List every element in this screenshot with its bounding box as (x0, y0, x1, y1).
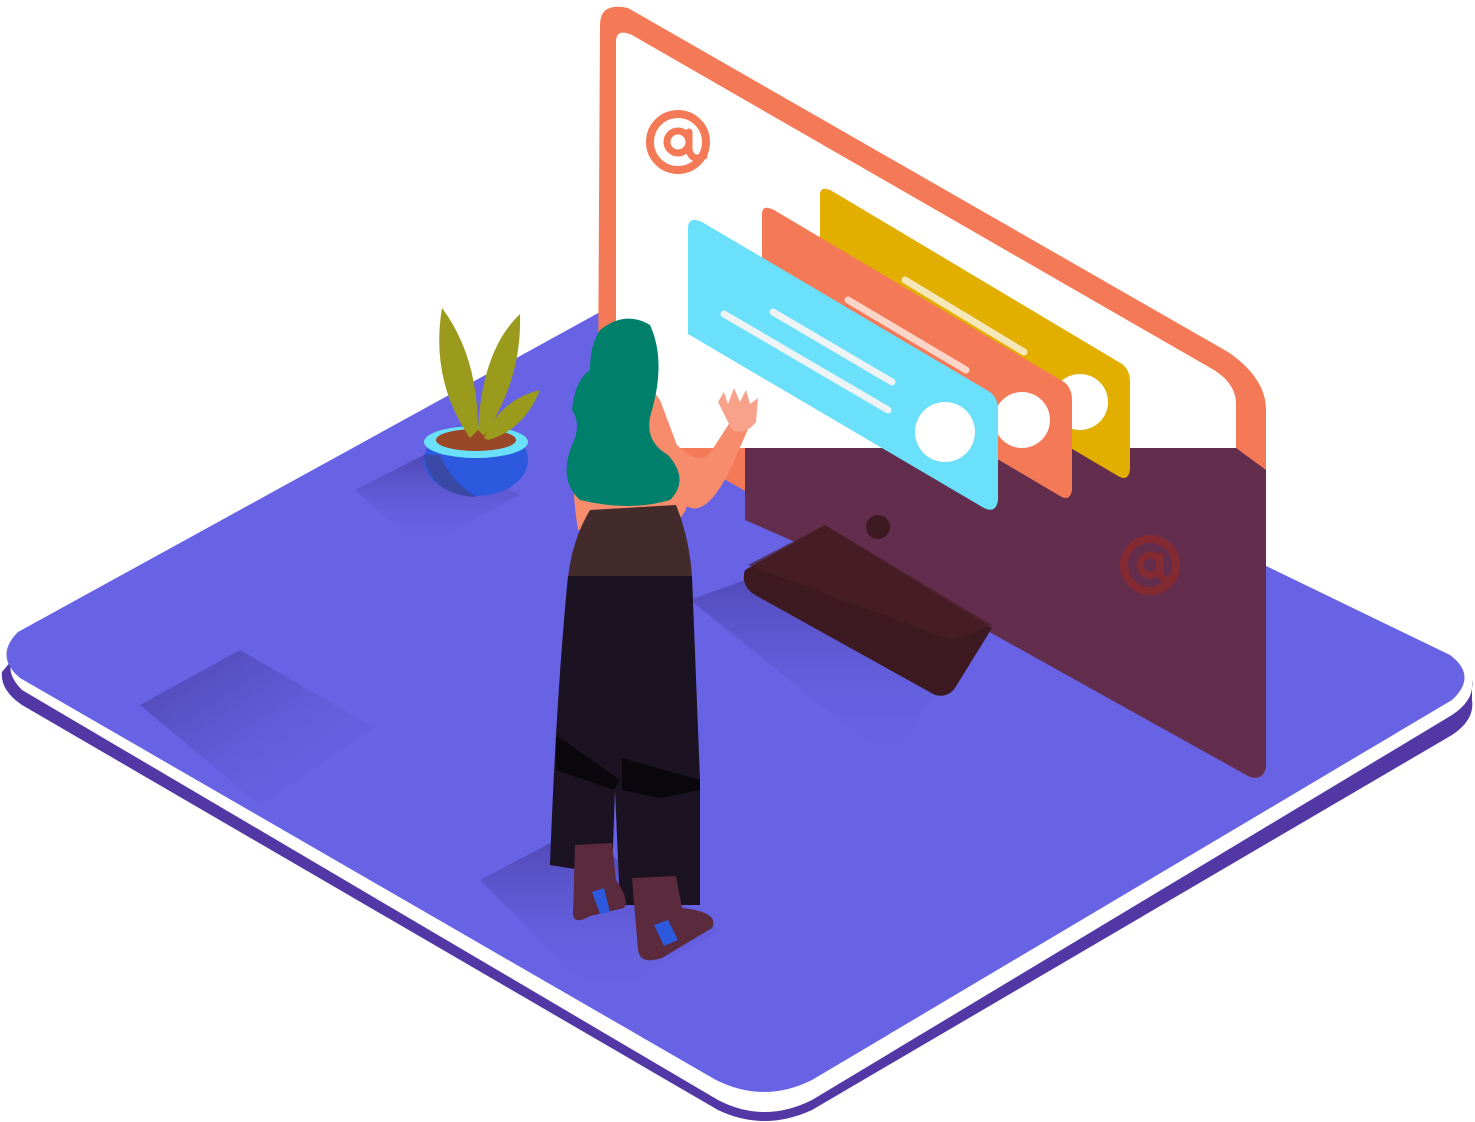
trousers (550, 576, 700, 905)
isometric-email-scene (1, 6, 1473, 1121)
